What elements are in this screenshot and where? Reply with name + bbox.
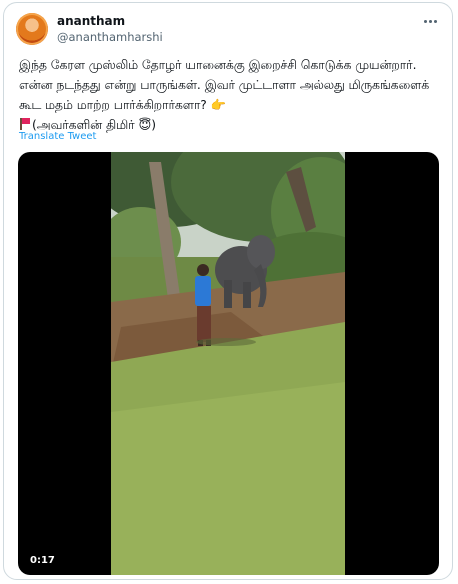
- red-flag-icon: [19, 118, 30, 130]
- profile-avatar[interactable]: [16, 13, 48, 45]
- tweet-text: இந்த கேரள முஸ்லிம் தோழர் யானைக்கு இறைச்ச…: [19, 55, 444, 135]
- user-handle[interactable]: @ananthamharshi: [57, 30, 163, 44]
- translate-tweet-link[interactable]: Translate Tweet: [19, 131, 96, 142]
- more-options-icon[interactable]: [420, 12, 440, 30]
- tweet-card[interactable]: anantham @ananthamharshi இந்த கேரள முஸ்ல…: [3, 2, 453, 580]
- video-frame[interactable]: [111, 152, 345, 575]
- video-duration-badge: 0:17: [25, 553, 60, 568]
- video-frame-image: [111, 152, 345, 575]
- tweet-text-line: இந்த கேரள முஸ்லிம் தோழர் யானைக்கு இறைச்ச…: [19, 58, 434, 112]
- display-name[interactable]: anantham: [57, 14, 125, 28]
- video-player[interactable]: 0:17: [18, 152, 439, 575]
- tweet-text-line: (அவர்களின் திமிர் 😇): [32, 118, 157, 132]
